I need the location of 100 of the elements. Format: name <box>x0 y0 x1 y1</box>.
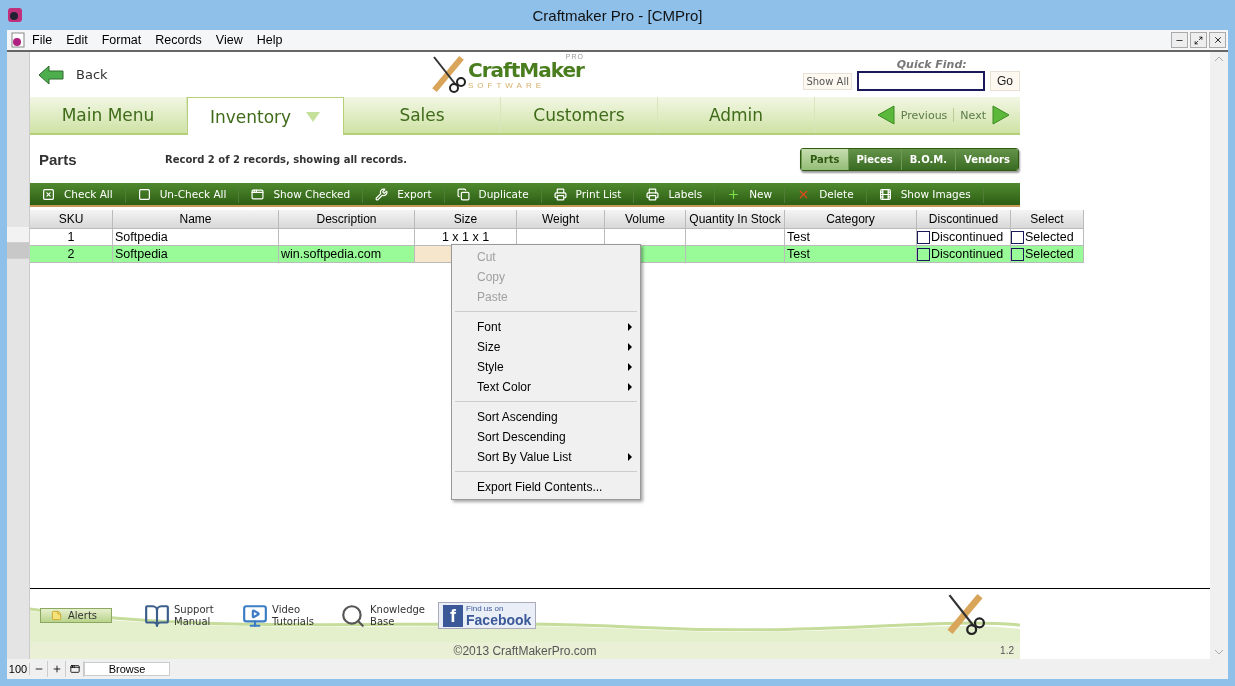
back-arrow-icon <box>38 64 64 85</box>
logo-tagline: SOFTWARE <box>468 80 547 90</box>
menu-item[interactable]: File <box>25 33 60 47</box>
previous-arrow-icon <box>876 105 895 125</box>
column-header[interactable]: Size <box>415 210 517 229</box>
book-icon <box>144 602 170 629</box>
submenu-arrow-icon <box>628 383 632 391</box>
copyright-text: ©2013 CraftMakerPro.com <box>453 643 597 658</box>
quick-find-label: Quick Find: <box>896 58 967 71</box>
close-icon <box>1212 35 1223 45</box>
close-button[interactable] <box>1209 32 1226 48</box>
toolbar-button[interactable]: Show Images <box>866 185 984 203</box>
sub-tab[interactable]: B.O.M. <box>900 148 955 170</box>
mode-label: Browse <box>84 662 170 676</box>
toolbar-button[interactable]: Export <box>363 185 445 203</box>
column-header[interactable]: Category <box>785 210 917 229</box>
nav-tab[interactable]: Sales <box>344 97 501 133</box>
checkbox-cell[interactable]: Selected <box>1011 229 1084 246</box>
column-header[interactable]: Select <box>1011 210 1084 229</box>
checkbox[interactable] <box>1011 230 1024 244</box>
page-title: Parts <box>39 150 78 168</box>
menu-item[interactable]: Sort Descending <box>452 427 640 447</box>
toolbar-button[interactable]: Check All <box>30 185 126 203</box>
minimize-button[interactable] <box>1171 32 1188 48</box>
back-button[interactable]: Back <box>38 64 108 85</box>
checkbox-cell[interactable]: Selected <box>1011 246 1084 263</box>
toolbar-button[interactable]: Un-Check All <box>125 185 240 203</box>
alerts-button[interactable]: Alerts <box>40 608 112 623</box>
help-link[interactable]: Video Tutorials <box>242 602 334 629</box>
note-icon <box>51 610 62 621</box>
toolbar-button[interactable]: Duplicate <box>444 185 542 203</box>
menu-item[interactable]: Style <box>452 357 640 377</box>
toolbar-button[interactable]: Show Checked <box>239 185 364 203</box>
checkbox[interactable] <box>1011 247 1024 261</box>
next-arrow-icon <box>992 105 1010 125</box>
help-link[interactable]: Knowledge Base <box>340 602 432 629</box>
previous-link[interactable]: Previous <box>900 108 948 122</box>
table-cell: win.softpedia.com <box>279 246 415 263</box>
submenu-arrow-icon <box>628 363 632 371</box>
search-icon <box>340 602 366 629</box>
menu-item[interactable]: Sort By Value List <box>452 447 640 467</box>
table-cell: 1 x 1 x 1 <box>415 229 517 246</box>
column-header[interactable]: Quantity In Stock <box>686 210 785 229</box>
quick-find-field[interactable] <box>857 71 985 91</box>
next-link[interactable]: Next <box>960 108 986 122</box>
checkbox-cell[interactable]: Discontinued <box>917 229 1011 246</box>
submenu-arrow-icon <box>628 453 632 461</box>
toolbar-button[interactable]: New <box>715 185 786 203</box>
menu-item[interactable]: Text Color <box>452 377 640 397</box>
window-icon <box>69 664 80 674</box>
menu-item[interactable]: Records <box>148 33 209 47</box>
sub-tab[interactable]: Pieces <box>847 148 901 170</box>
submenu-arrow-icon <box>628 323 632 331</box>
printer-icon <box>646 187 660 201</box>
checkbox-cell[interactable]: Discontinued <box>917 246 1011 263</box>
menu-item[interactable]: Format <box>94 33 149 47</box>
toolbar-button[interactable]: Labels <box>634 185 716 203</box>
column-header[interactable]: SKU <box>30 210 113 229</box>
toolbar-button[interactable]: Delete <box>785 185 867 203</box>
nav-tab[interactable]: Customers <box>501 97 658 133</box>
menu-item[interactable]: Export Field Contents... <box>452 477 640 497</box>
nav-tab[interactable]: Inventory <box>187 97 344 135</box>
checkbox[interactable] <box>917 247 930 261</box>
submenu-arrow-icon <box>628 343 632 351</box>
vertical-scrollbar[interactable] <box>1210 52 1228 659</box>
menu-item[interactable]: Font <box>452 317 640 337</box>
menu-item[interactable]: Edit <box>59 33 95 47</box>
checkbox-icon <box>42 187 55 201</box>
menu-item[interactable]: View <box>208 33 250 47</box>
nav-tab[interactable]: Admin <box>658 97 815 133</box>
restore-icon <box>1194 35 1203 45</box>
table-cell: 1 <box>30 229 113 246</box>
plus-icon <box>51 664 62 674</box>
printer-icon <box>553 187 567 201</box>
column-header[interactable]: Discontinued <box>917 210 1011 229</box>
show-all-button[interactable]: Show All <box>803 72 852 90</box>
app-icon <box>7 7 23 23</box>
menu-item[interactable]: Help <box>249 33 290 47</box>
window-title: Craftmaker Pro - [CMPro] <box>531 6 704 24</box>
help-link[interactable]: Support Manual <box>144 602 236 629</box>
column-header[interactable]: Weight <box>517 210 605 229</box>
table-cell: Softpedia <box>113 229 279 246</box>
table-cell: Softpedia <box>113 246 279 263</box>
table-cell: 2 <box>30 246 113 263</box>
go-button[interactable]: Go <box>990 71 1020 91</box>
plus-icon <box>727 187 741 201</box>
sub-tab[interactable]: Vendors <box>955 148 1018 170</box>
toolbar-button[interactable]: Print List <box>541 185 635 203</box>
facebook-logo: f <box>443 604 463 627</box>
copy-icon <box>456 187 470 201</box>
column-header[interactable]: Description <box>279 210 415 229</box>
scroll-up-icon[interactable] <box>1214 56 1224 62</box>
menu-item[interactable]: Sort Ascending <box>452 407 640 427</box>
sub-tab[interactable]: Parts <box>801 148 848 170</box>
restore-button[interactable] <box>1190 32 1207 48</box>
column-header[interactable]: Volume <box>605 210 686 229</box>
column-header[interactable]: Name <box>113 210 279 229</box>
menu-item[interactable]: Size <box>452 337 640 357</box>
scroll-down-icon[interactable] <box>1214 649 1224 655</box>
checkbox[interactable] <box>917 230 930 244</box>
